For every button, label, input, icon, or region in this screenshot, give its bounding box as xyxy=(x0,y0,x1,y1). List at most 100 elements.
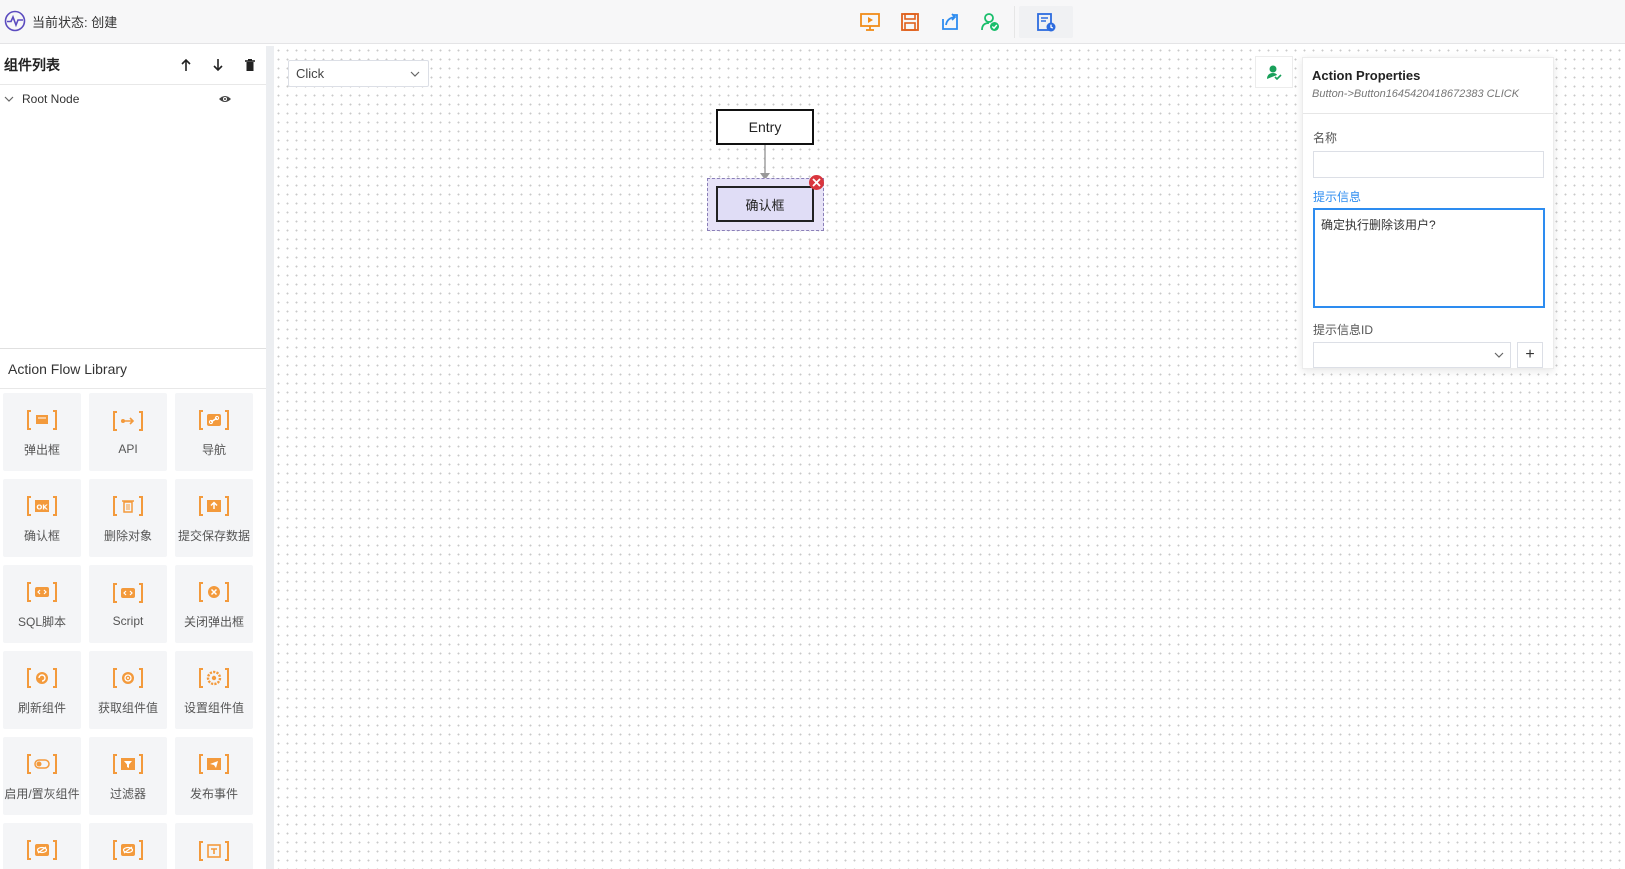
library-item[interactable]: 提交保存数据 xyxy=(175,479,253,557)
component-tree: Root Node xyxy=(0,85,266,349)
api-icon xyxy=(113,411,143,431)
close-icon xyxy=(812,178,821,187)
library-item-label: 获取组件值 xyxy=(97,700,158,715)
tree-node-root[interactable]: Root Node xyxy=(0,85,266,113)
activity-icon xyxy=(4,10,26,32)
tree-node-label: Root Node xyxy=(22,92,80,106)
save-icon xyxy=(901,13,919,31)
library-item-label: 弹出框 xyxy=(23,442,60,457)
link-icon xyxy=(199,409,229,430)
properties-title: Action Properties xyxy=(1312,68,1421,83)
library-item-label: 提交保存数据 xyxy=(177,528,250,543)
code-icon xyxy=(27,581,57,602)
action-library-grid: 弹出框 API 导航 OK 确认框 删除对象 提交保存数据 SQL脚本 Script 关闭弹出框刷… xyxy=(0,389,266,869)
message-id-select[interactable] xyxy=(1313,342,1512,368)
eye-off-icon xyxy=(113,839,143,860)
publish-button[interactable] xyxy=(970,7,1010,37)
library-item-label: Script xyxy=(112,614,144,628)
flow-node-entry[interactable]: Entry xyxy=(716,109,814,145)
main-toolbar xyxy=(850,6,1073,38)
component-list-title: 组件列表 xyxy=(4,57,60,73)
library-item[interactable]: 导航 xyxy=(175,393,253,471)
eye-icon[interactable] xyxy=(218,94,232,104)
top-bar: 当前状态: 创建 xyxy=(0,0,1625,44)
send-icon xyxy=(199,753,229,774)
delete-component-button[interactable] xyxy=(234,50,266,80)
target-icon xyxy=(113,667,143,688)
gear-icon xyxy=(199,667,229,688)
library-item-label: API xyxy=(118,442,138,456)
properties-form: 名称 提示信息 确定执行删除该用户? 提示信息ID + xyxy=(1303,114,1553,368)
flow-node-confirm[interactable]: 确认框 xyxy=(716,186,814,222)
message-id-label: 提示信息ID xyxy=(1313,323,1374,337)
properties-subtitle: Button->Button1645420418672383 CLICK xyxy=(1312,88,1520,100)
library-item[interactable]: Script xyxy=(89,565,167,643)
name-label: 名称 xyxy=(1313,131,1338,145)
action-properties-panel: Action Properties Button->Button16454204… xyxy=(1302,57,1554,369)
library-item[interactable]: API xyxy=(89,393,167,471)
publish-icon xyxy=(981,13,999,31)
library-item[interactable]: 显示/隐藏组件 xyxy=(3,823,81,869)
library-item[interactable]: OK 确认框 xyxy=(3,479,81,557)
history-button[interactable] xyxy=(1019,6,1073,38)
move-up-button[interactable] xyxy=(170,50,202,80)
library-item[interactable]: 过滤器 xyxy=(89,737,167,815)
preview-icon xyxy=(860,13,880,31)
export-button[interactable] xyxy=(930,7,970,37)
library-item[interactable]: 启用/置灰组件 xyxy=(3,737,81,815)
event-select[interactable]: Click xyxy=(288,60,429,87)
message-label: 提示信息 xyxy=(1313,190,1362,204)
refresh-icon xyxy=(27,667,57,688)
close-circle-icon xyxy=(199,581,229,602)
user-icon xyxy=(1267,65,1282,80)
save-button[interactable] xyxy=(890,7,930,37)
export-icon xyxy=(942,13,958,30)
library-item-label: 过滤器 xyxy=(109,786,146,801)
library-item-label: 设置组件值 xyxy=(183,700,244,715)
toggle-icon xyxy=(27,753,57,774)
popup-icon xyxy=(27,409,57,430)
chevron-down-icon[interactable] xyxy=(4,94,14,104)
flow-connector-arrow xyxy=(760,145,770,180)
toolbar-divider xyxy=(1014,6,1015,38)
chevron-down-icon xyxy=(410,71,420,77)
library-title: Action Flow Library xyxy=(0,349,266,389)
message-id-row: + xyxy=(1313,342,1543,368)
status-text: 当前状态: 创建 xyxy=(32,14,118,30)
chevron-down-icon xyxy=(1494,352,1504,358)
assign-user-button[interactable] xyxy=(1255,56,1293,88)
library-item[interactable]: 弹出框 xyxy=(3,393,81,471)
library-item[interactable]: 获取组件值 xyxy=(89,651,167,729)
remove-node-button[interactable] xyxy=(809,175,824,190)
library-item[interactable]: 发布事件 xyxy=(175,737,253,815)
library-item-label: 刷新组件 xyxy=(17,700,66,715)
properties-header: Action Properties Button->Button16454204… xyxy=(1303,58,1553,114)
code-icon xyxy=(113,583,143,603)
library-item[interactable]: Test xyxy=(175,823,253,869)
library-item-label: SQL脚本 xyxy=(17,614,66,629)
library-item[interactable]: 上传文件 xyxy=(89,823,167,869)
library-item[interactable]: 刷新组件 xyxy=(3,651,81,729)
library-item-label: 确认框 xyxy=(23,528,60,543)
component-list-header: 组件列表 xyxy=(0,46,266,85)
event-select-value: Click xyxy=(296,66,325,81)
message-textarea[interactable]: 确定执行删除该用户? xyxy=(1313,208,1545,308)
test-icon xyxy=(199,841,229,861)
upload-icon xyxy=(199,495,229,516)
library-item[interactable]: 设置组件值 xyxy=(175,651,253,729)
library-item[interactable]: SQL脚本 xyxy=(3,565,81,643)
library-item[interactable]: 删除对象 xyxy=(89,479,167,557)
name-input[interactable] xyxy=(1313,151,1544,178)
library-item-label: 删除对象 xyxy=(103,528,152,543)
preview-button[interactable] xyxy=(850,7,890,37)
library-item-label: 导航 xyxy=(201,442,226,457)
add-message-id-button[interactable]: + xyxy=(1517,342,1543,368)
move-down-button[interactable] xyxy=(202,50,234,80)
eye-off-icon xyxy=(27,839,57,860)
library-item[interactable]: 关闭弹出框 xyxy=(175,565,253,643)
left-panel: 组件列表 Root Node Action Flow Library 弹出框 AP… xyxy=(0,46,274,869)
svg-text:OK: OK xyxy=(36,503,48,511)
trash-icon xyxy=(245,59,255,71)
library-item-label: 启用/置灰组件 xyxy=(4,786,80,801)
status-indicator: 当前状态: 创建 xyxy=(4,10,117,32)
